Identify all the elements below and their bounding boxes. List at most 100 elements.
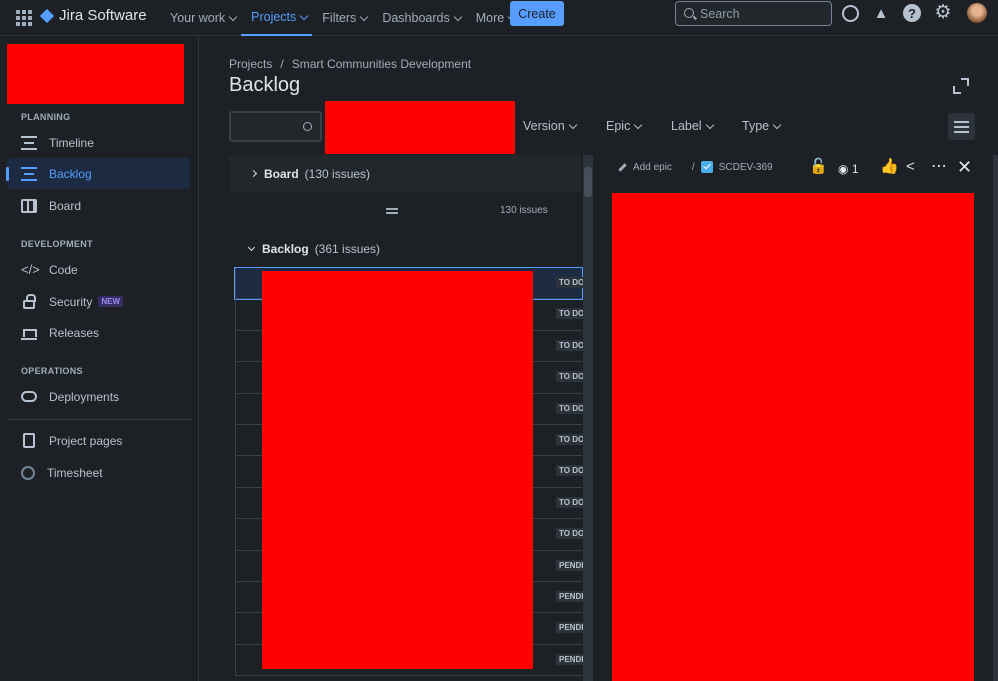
- drag-line: [386, 208, 398, 210]
- watch-button[interactable]: ◉ 1: [838, 161, 859, 177]
- create-button[interactable]: Create: [510, 1, 564, 26]
- filter-label: Label: [671, 119, 702, 133]
- scrollbar-thumb[interactable]: [584, 167, 592, 197]
- page-icon: [23, 433, 35, 448]
- breadcrumb-separator: /: [280, 57, 284, 71]
- code-icon: </>: [21, 261, 40, 277]
- nav-filters[interactable]: Filters: [312, 0, 372, 36]
- sidebar-item-releases[interactable]: Releases: [7, 317, 190, 348]
- avatar[interactable]: [967, 3, 987, 23]
- chevron-down-icon: [568, 120, 577, 129]
- detail-scrollbar[interactable]: [993, 155, 998, 681]
- filter-label: Version: [523, 119, 565, 133]
- jira-logo[interactable]: Jira Software: [40, 7, 147, 24]
- board-label: Board: [264, 166, 299, 181]
- notifications-icon[interactable]: ▲: [872, 4, 890, 22]
- help-icon[interactable]: ?: [903, 4, 921, 22]
- type-filter[interactable]: Type: [742, 119, 782, 133]
- drag-handle-icon[interactable]: [386, 205, 398, 217]
- sidebar-item-backlog[interactable]: Backlog: [6, 158, 190, 189]
- breadcrumb: Projects / Smart Communities Development: [229, 57, 471, 71]
- status-badge[interactable]: TO DO: [556, 528, 583, 540]
- status-badge[interactable]: TO DO: [556, 496, 583, 508]
- chevron-down-icon: [772, 120, 782, 129]
- backlog-count: (361 issues): [314, 242, 381, 256]
- status-badge[interactable]: TO DO: [556, 465, 583, 477]
- backlog-scrollbar[interactable]: [583, 155, 593, 681]
- chevron-down-icon: [300, 11, 309, 20]
- status-badge[interactable]: TO DO: [556, 402, 583, 414]
- fullscreen-icon[interactable]: [953, 78, 969, 94]
- chevron-down-icon: [453, 12, 462, 21]
- chevron-right-icon: [249, 169, 258, 178]
- sliders-icon: [954, 121, 969, 123]
- status-badge[interactable]: PENDING: [556, 622, 583, 634]
- settings-gear-icon[interactable]: ⚙: [934, 2, 952, 23]
- product-name: Jira Software: [59, 7, 147, 24]
- sidebar-item-label: Security: [49, 294, 93, 309]
- status-badge[interactable]: TO DO: [556, 308, 583, 320]
- search-placeholder: Search: [700, 6, 740, 21]
- new-badge: NEW: [98, 296, 124, 307]
- more-actions-icon[interactable]: ⋯: [931, 159, 947, 175]
- watch-count: 1: [851, 162, 859, 176]
- epic-filter[interactable]: Epic: [606, 119, 643, 133]
- lock-icon: [23, 293, 36, 309]
- close-icon[interactable]: ✕: [957, 158, 972, 176]
- breadcrumb-project[interactable]: Smart Communities Development: [292, 57, 471, 71]
- nav-label: Your work: [170, 11, 226, 25]
- help-glyph: ?: [903, 4, 921, 22]
- sidebar-item-deployments[interactable]: Deployments: [7, 381, 190, 412]
- status-badge[interactable]: TO DO: [556, 277, 583, 288]
- sidebar-item-label: Timeline: [49, 135, 94, 150]
- sidebar-item-label: Project pages: [49, 433, 123, 448]
- timeline-icon: [21, 135, 37, 150]
- lock-icon[interactable]: 🔓: [809, 159, 828, 175]
- compass-icon[interactable]: [841, 4, 859, 22]
- status-badge[interactable]: PENDING: [556, 653, 583, 665]
- chevron-down-icon: [634, 120, 643, 129]
- sidebar-item-security[interactable]: Security NEW: [7, 286, 190, 317]
- nav-dashboards[interactable]: Dashboards: [372, 0, 465, 36]
- task-type-icon: [700, 161, 713, 173]
- redacted-avatars: [325, 101, 515, 154]
- issue-key-link[interactable]: SCDEV-369: [719, 162, 773, 173]
- sidebar-item-timesheet[interactable]: Timesheet: [7, 457, 190, 488]
- status-badge[interactable]: TO DO: [556, 339, 583, 351]
- backlog-section-header[interactable]: Backlog (361 issues): [229, 240, 380, 258]
- top-navigation-bar: Jira Software Your work Projects Filters…: [0, 0, 998, 36]
- search-input[interactable]: Search: [675, 1, 832, 26]
- app-switcher-icon[interactable]: [16, 10, 32, 26]
- thumbs-up-icon[interactable]: 👍: [880, 159, 899, 175]
- sidebar-item-board[interactable]: Board: [7, 190, 190, 221]
- nav-your-work[interactable]: Your work: [160, 0, 241, 36]
- gear-glyph: ⚙: [934, 2, 952, 23]
- breadcrumb-projects[interactable]: Projects: [229, 57, 272, 71]
- backlog-icon: [21, 166, 37, 181]
- view-settings-button[interactable]: [948, 113, 975, 140]
- status-badge[interactable]: PENDING: [556, 590, 583, 602]
- share-icon[interactable]: <: [906, 159, 915, 175]
- project-sidebar: PLANNING Timeline Backlog Board DEVELOPM…: [0, 36, 199, 681]
- status-badge[interactable]: TO DO: [556, 371, 583, 383]
- label-filter[interactable]: Label: [671, 119, 714, 133]
- sidebar-item-timeline[interactable]: Timeline: [7, 127, 190, 158]
- redacted-project-header: [7, 44, 184, 104]
- detail-separator: /: [691, 161, 695, 173]
- backlog-label: Backlog: [262, 242, 309, 256]
- add-epic-link[interactable]: Add epic: [633, 162, 672, 173]
- sidebar-item-code[interactable]: </> Code: [7, 254, 190, 285]
- board-issue-count: 130 issues: [500, 205, 548, 216]
- nav-projects[interactable]: Projects: [241, 0, 313, 36]
- board-section-header[interactable]: Board (130 issues): [229, 155, 581, 192]
- version-filter[interactable]: Version: [523, 119, 577, 133]
- issue-detail-header: Add epic / SCDEV-369: [612, 156, 977, 178]
- sliders-icon-line: [954, 126, 969, 128]
- sidebar-item-project-pages[interactable]: Project pages: [7, 425, 190, 456]
- jira-diamond-icon: [40, 9, 54, 23]
- status-badge[interactable]: TO DO: [556, 433, 583, 445]
- board-icon: [21, 198, 37, 213]
- status-badge[interactable]: PENDING: [556, 559, 583, 571]
- backlog-search-input[interactable]: [229, 111, 322, 142]
- nav-label: Dashboards: [382, 11, 450, 25]
